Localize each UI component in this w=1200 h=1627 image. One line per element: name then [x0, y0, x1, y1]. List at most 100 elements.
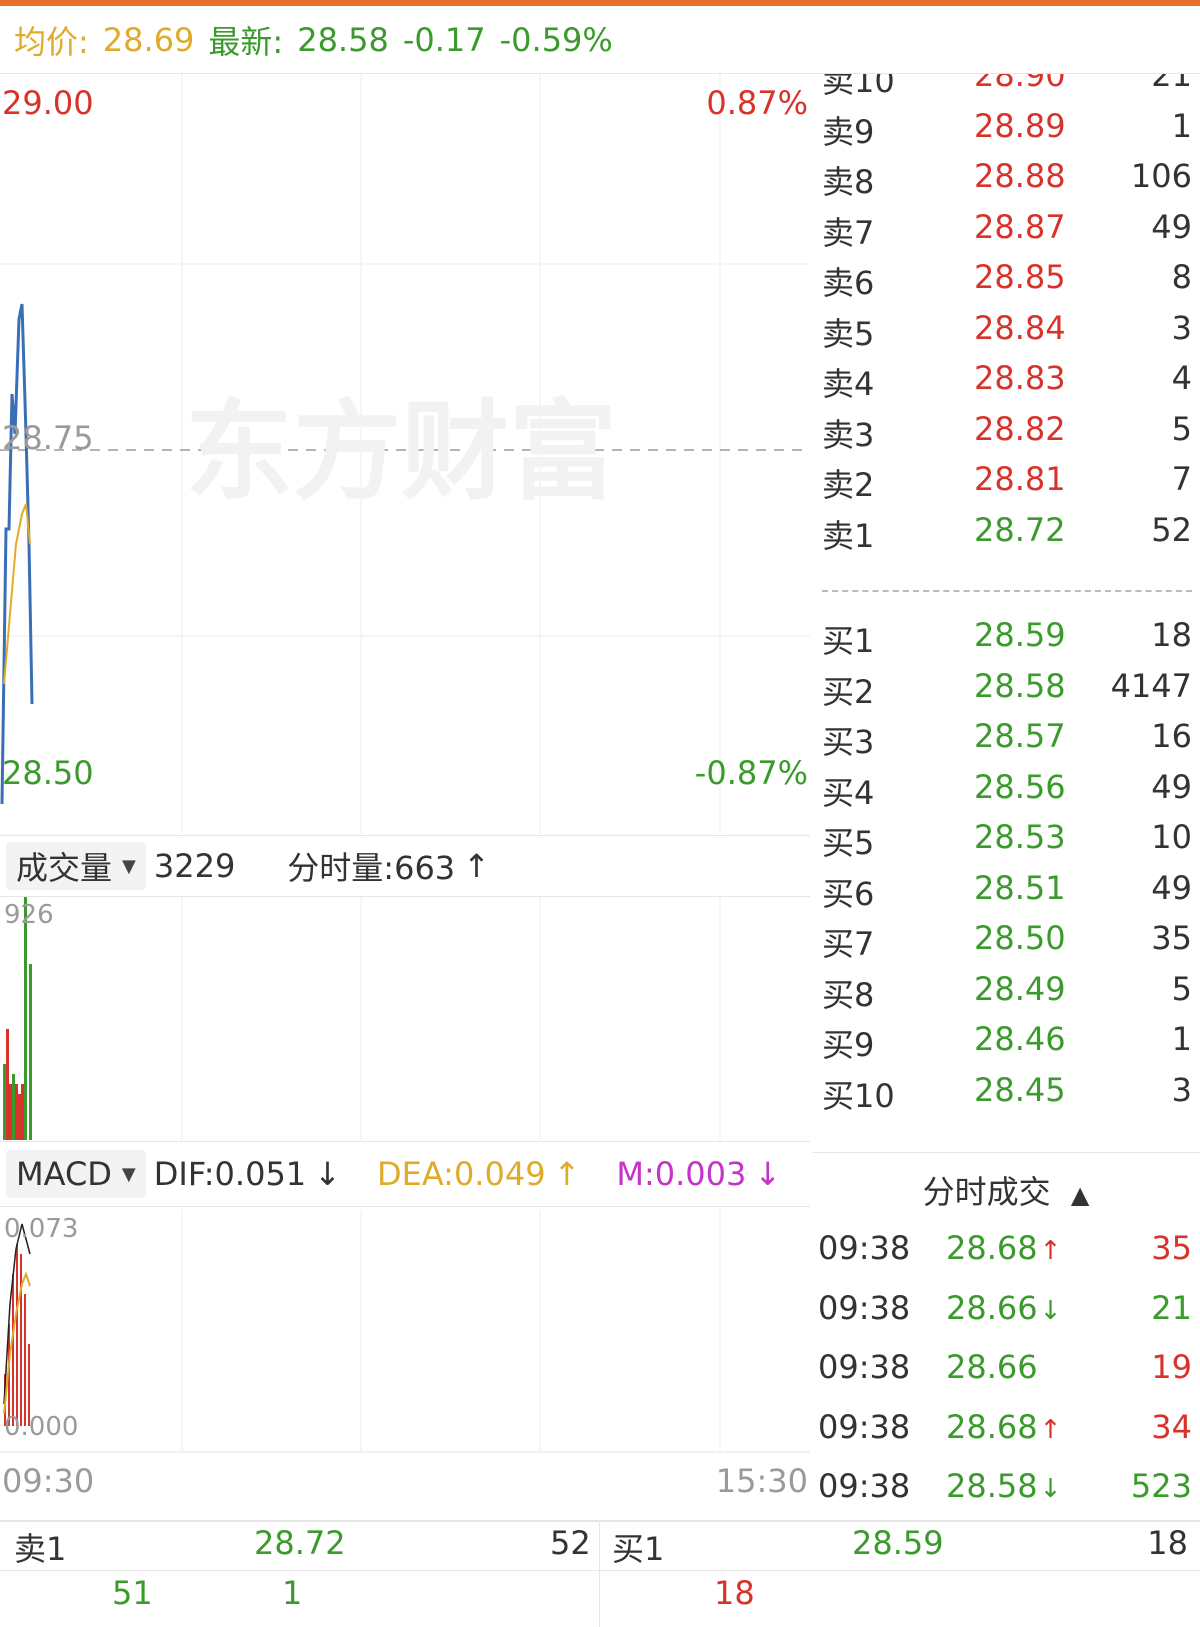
tick-row: 09:38 28.68↑ 35	[812, 1219, 1200, 1279]
tick-price-value: 28.68	[946, 1407, 1038, 1446]
arrow-down-icon: ↓	[314, 1155, 341, 1193]
macd-panel-header: MACD ▼ DIF:0.051 ↓ DEA:0.049 ↑ M:0.003 ↓	[0, 1141, 810, 1207]
macd-axis-min: 0.000	[4, 1412, 79, 1442]
ask-level-label: 卖1	[822, 516, 875, 555]
tick-time: 09:38	[818, 1229, 911, 1267]
bid-row[interactable]: 买2 28.58 4147	[812, 661, 1200, 713]
ask-volume: 7	[1171, 460, 1192, 498]
macd-axis-max: 0.073	[4, 1214, 79, 1244]
bid-level-label: 买2	[822, 672, 875, 711]
bid-level-label: 买3	[822, 723, 875, 761]
ask-row[interactable]: 卖2 28.81 7	[812, 454, 1200, 506]
tick-price: 28.68↑	[946, 1229, 1061, 1267]
ask-price: 28.85	[974, 258, 1066, 296]
tick-price: 28.58↓	[946, 1467, 1061, 1505]
tick-volume: 19	[1151, 1348, 1192, 1386]
price-axis-high: 29.00	[2, 84, 94, 122]
bid-volume: 10	[1151, 818, 1192, 856]
tick-trades-header[interactable]: 分时成交 ▲	[812, 1167, 1200, 1213]
ask-level-label: 卖6	[822, 264, 875, 302]
macd-indicator-dropdown[interactable]: MACD ▼	[6, 1150, 146, 1198]
ask-row[interactable]: 卖8 28.88 106	[812, 151, 1200, 203]
tick-price: 28.66	[946, 1348, 1040, 1386]
ask-volume: 8	[1171, 258, 1192, 296]
ask-price: 28.72	[974, 510, 1066, 549]
ask-price: 28.84	[974, 308, 1066, 347]
tick-price-value: 28.58	[946, 1467, 1038, 1505]
ask-row[interactable]: 卖7 28.87 49	[812, 202, 1200, 254]
tick-time: 09:38	[818, 1467, 911, 1505]
intraday-chart-area[interactable]: 东方财富 29.00 28.75 28.50 0.87% -0.87% 926 …	[0, 74, 810, 1520]
ask-volume: 1	[1171, 106, 1192, 145]
arrow-down-icon: ↓	[1039, 1474, 1062, 1504]
bid-volume: 18	[1151, 616, 1192, 654]
quote-header: 均价: 28.69 最新: 28.58 -0.17 -0.59%	[0, 6, 1200, 74]
bid-row[interactable]: 买3 28.57 16	[812, 711, 1200, 763]
ask-level-label: 卖4	[822, 365, 875, 403]
tick-volume: 523	[1130, 1467, 1192, 1505]
bid-row[interactable]: 买1 28.59 18	[812, 610, 1200, 662]
ask-level-label: 卖5	[822, 314, 875, 353]
bid-row[interactable]: 买7 28.50 35	[812, 913, 1200, 965]
volume-grid	[181, 897, 721, 1140]
ask-row[interactable]: 卖4 28.83 4	[812, 353, 1200, 405]
volume-indicator-dropdown[interactable]: 成交量 ▼	[6, 842, 146, 890]
ask-price: 28.81	[974, 460, 1066, 498]
book-divider	[822, 590, 1192, 592]
bid-row[interactable]: 买9 28.46 1	[812, 1014, 1200, 1066]
ask-level-label: 卖10	[822, 74, 895, 100]
ask-row[interactable]: 卖9 28.89 1	[812, 101, 1200, 153]
volume-panel-header: 成交量 ▼ 3229 分时量:663 ↑	[0, 835, 810, 897]
bottom-divider-vertical	[599, 1522, 600, 1627]
ask-row[interactable]: 卖3 28.82 5	[812, 404, 1200, 456]
ask-volume: 21	[1151, 74, 1192, 94]
chart-svg: 东方财富	[0, 74, 810, 1453]
time-axis-start: 09:30	[2, 1462, 95, 1500]
tick-volume: 34	[1151, 1407, 1192, 1446]
macd-grid	[0, 1210, 810, 1453]
bid-level-label: 买10	[822, 1076, 895, 1115]
order-book[interactable]: 卖10 28.90 21 卖9 28.89 1 卖8 28.88 106 卖7 28.87 49 卖6 2…	[812, 74, 1200, 1152]
bid-price: 28.53	[974, 818, 1066, 856]
ask-price: 28.87	[974, 207, 1066, 246]
ask-volume: 106	[1130, 157, 1192, 195]
bid-level-label: 买9	[822, 1026, 875, 1064]
bottom-ask-volume: 52	[550, 1524, 591, 1562]
ask-row[interactable]: 卖10 28.90 21	[812, 74, 1200, 102]
tick-time: 09:38	[818, 1407, 911, 1446]
bid-row[interactable]: 买8 28.49 5	[812, 964, 1200, 1016]
latest-price-label: 最新:	[208, 22, 284, 61]
bid-price: 28.46	[974, 1020, 1066, 1058]
bid-price: 28.58	[974, 666, 1066, 705]
bid-level-label: 买8	[822, 975, 875, 1014]
bid-level-label: 买1	[822, 622, 875, 660]
ask-volume: 4	[1171, 359, 1192, 397]
tick-time: 09:38	[818, 1288, 911, 1327]
bottom-ask-sub2: 1	[282, 1574, 303, 1612]
ask-level-label: 卖8	[822, 163, 875, 201]
bottom-divider-horizontal	[0, 1570, 1200, 1571]
bid-level-label: 买7	[822, 925, 875, 963]
bottom-bid-label: 买1	[612, 1530, 665, 1568]
bid-price: 28.57	[974, 717, 1066, 755]
ask-row[interactable]: 卖6 28.85 8	[812, 252, 1200, 304]
ask-row[interactable]: 卖5 28.84 3	[812, 303, 1200, 355]
bid-volume: 4147	[1110, 666, 1192, 705]
bid-row[interactable]: 买4 28.56 49	[812, 762, 1200, 814]
tick-time: 09:38	[818, 1348, 911, 1386]
bid-row[interactable]: 买6 28.51 49	[812, 863, 1200, 915]
bottom-quote-bar: 卖1 28.72 52 51 1 买1 28.59 18 18	[0, 1520, 1200, 1627]
tick-trades-panel[interactable]: 分时成交 ▲ 09:38 28.68↑ 35 09:38 28.66↓ 21 09:38 28…	[812, 1152, 1200, 1522]
bid-row[interactable]: 买5 28.53 10	[812, 812, 1200, 864]
bid-row[interactable]: 买10 28.45 3	[812, 1065, 1200, 1117]
pct-axis-high: 0.87%	[706, 84, 808, 122]
arrow-up-icon: ↑	[1039, 1236, 1062, 1266]
ask-price: 28.82	[974, 409, 1066, 448]
ask-row[interactable]: 卖1 28.72 52	[812, 505, 1200, 557]
arrow-down-icon: ↓	[754, 1155, 782, 1193]
ask-price: 28.83	[974, 359, 1066, 397]
price-axis-low: 28.50	[2, 754, 94, 792]
bid-volume: 1	[1171, 1020, 1192, 1058]
bottom-bid-sub1: 18	[714, 1574, 755, 1612]
bid-volume: 49	[1151, 767, 1192, 806]
